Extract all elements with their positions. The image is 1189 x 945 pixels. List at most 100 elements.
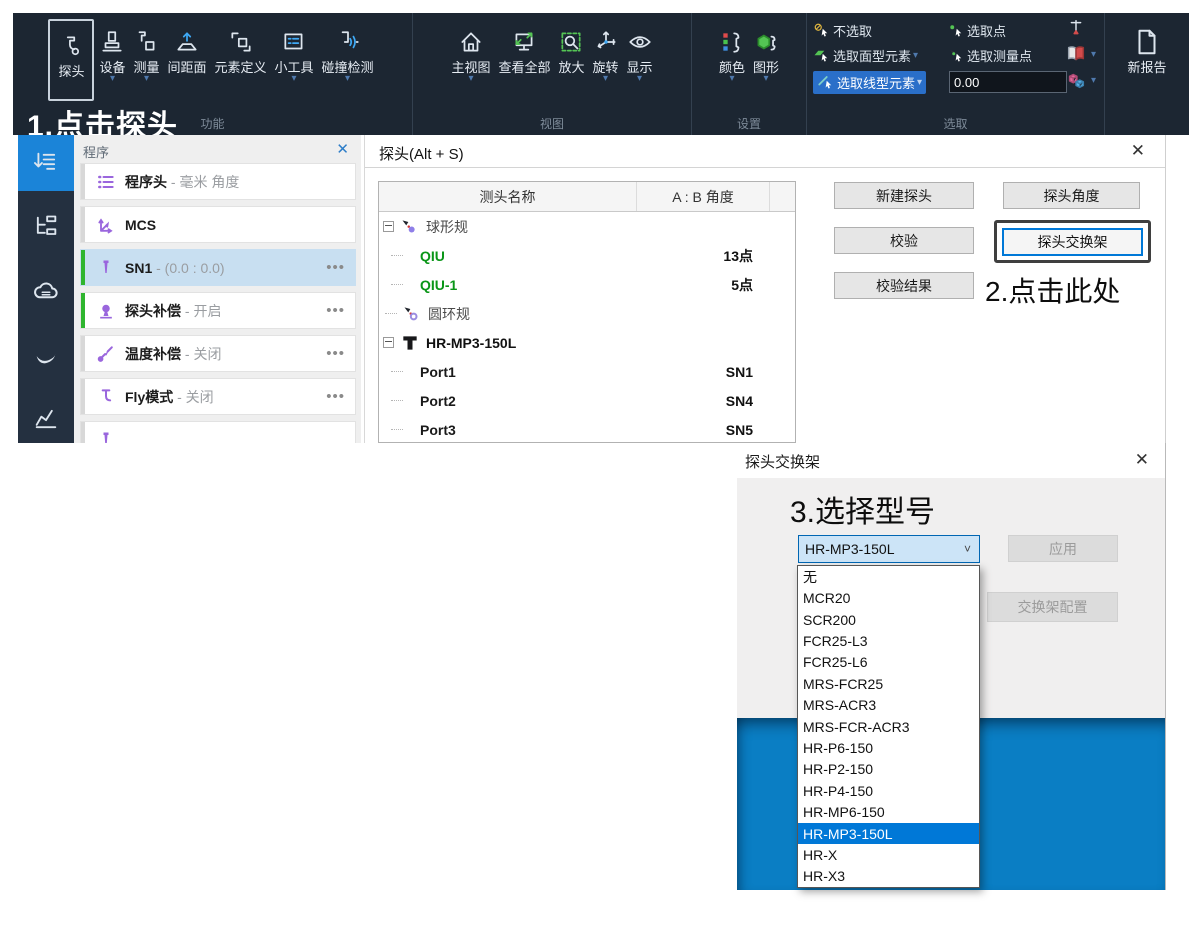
tree-row-QIU[interactable]: QIU13点	[379, 241, 795, 270]
chevron-down-icon[interactable]: ▾	[603, 75, 608, 85]
feature-cubes-icon[interactable]	[1065, 70, 1087, 90]
chevron-down-icon[interactable]: ▾	[1091, 49, 1096, 60]
probe-z-icon[interactable]	[1065, 19, 1087, 39]
tree-group-label: 圆环规	[428, 304, 470, 324]
column-header-ab-angle[interactable]: A : B 角度	[637, 182, 770, 211]
ribbon-button-measure[interactable]: 测量 ▾	[130, 21, 162, 87]
tree-row-QIU-1[interactable]: QIU-15点	[379, 270, 795, 299]
program-item-MCS[interactable]: MCS	[80, 206, 356, 243]
rack-config-button[interactable]: 交换架配置	[987, 592, 1118, 622]
new-report-icon	[1132, 23, 1162, 61]
ribbon-button-home[interactable]: 主视图 ▾	[448, 21, 493, 87]
dropdown-option-HR-P2-150[interactable]: HR-P2-150	[798, 759, 979, 780]
more-menu-icon[interactable]: •••	[326, 302, 345, 319]
chevron-down-icon[interactable]: ▾	[913, 50, 918, 61]
ribbon-button-gap-plane[interactable]: 间距面	[164, 21, 209, 87]
close-icon[interactable]: ✕	[336, 140, 349, 158]
chevron-down-icon[interactable]: ▾	[1091, 75, 1096, 86]
dropdown-option-无[interactable]: 无	[798, 566, 979, 587]
chevron-down-icon[interactable]: ▾	[729, 75, 734, 85]
ribbon-button-device[interactable]: 设备 ▾	[96, 21, 128, 87]
sidebar-item-program-list[interactable]	[18, 135, 74, 191]
clearance-book-icon[interactable]	[1065, 44, 1087, 64]
column-header-probe-name[interactable]: 测头名称	[379, 182, 637, 211]
ribbon-button-tools[interactable]: 小工具 ▾	[272, 21, 317, 87]
tree-row-球形规[interactable]: 球形规	[379, 212, 795, 241]
rack-model-combobox[interactable]: HR-MP3-150L ˅	[798, 535, 980, 563]
new-probe-button[interactable]: 新建探头	[834, 182, 974, 209]
chevron-down-icon[interactable]: ▾	[292, 75, 297, 85]
ribbon-button-colors[interactable]: 颜色 ▾	[716, 21, 748, 87]
select-plane-button[interactable]: 选取面型元素 ▾	[813, 46, 918, 65]
ribbon-group-caption: 选取	[807, 115, 1104, 132]
collapse-icon[interactable]	[383, 337, 394, 348]
program-item-温度补偿[interactable]: 温度补偿 - 关闭 •••	[80, 335, 356, 372]
tree-row-Port1[interactable]: Port1SN1	[379, 357, 795, 386]
dropdown-option-MRS-ACR3[interactable]: MRS-ACR3	[798, 694, 979, 715]
chevron-down-icon[interactable]: ▾	[345, 75, 350, 85]
chevron-down-icon[interactable]: ▾	[144, 75, 149, 85]
chevron-down-icon[interactable]: ▾	[110, 75, 115, 85]
chevron-down-icon[interactable]: ▾	[763, 75, 768, 85]
chevron-down-icon[interactable]: ▾	[468, 75, 473, 85]
tools-icon	[281, 23, 307, 61]
dropdown-option-HR-P4-150[interactable]: HR-P4-150	[798, 780, 979, 801]
ribbon-button-rotate[interactable]: 旋转 ▾	[590, 21, 622, 87]
dropdown-option-HR-X3[interactable]: HR-X3	[798, 866, 979, 887]
program-item-label: Fly模式 - 关闭	[125, 387, 214, 407]
close-icon[interactable]: ✕	[1135, 450, 1149, 470]
tree-row-圆环规[interactable]: 圆环规	[379, 299, 795, 328]
dropdown-option-MRS-FCR-ACR3[interactable]: MRS-FCR-ACR3	[798, 716, 979, 737]
program-item-探头补偿[interactable]: 探头补偿 - 开启 •••	[80, 292, 356, 329]
tree-row-Port2[interactable]: Port2SN4	[379, 386, 795, 415]
ribbon-button-zoom-in[interactable]: 放大	[555, 21, 587, 87]
dropdown-option-FCR25-L6[interactable]: FCR25-L6	[798, 652, 979, 673]
tree-row-HR-MP3-150L[interactable]: HR-MP3-150L	[379, 328, 795, 357]
select-point-button[interactable]: 选取点	[947, 21, 1006, 40]
program-item-SN1[interactable]: SN1 - (0.0 : 0.0) •••	[80, 249, 356, 286]
sidebar-item-surface[interactable]	[18, 327, 74, 383]
dropdown-option-HR-MP3-150L[interactable]: HR-MP3-150L	[798, 823, 979, 844]
close-icon[interactable]: ✕	[1131, 141, 1145, 161]
sidebar-item-chart[interactable]	[18, 391, 74, 447]
more-menu-icon[interactable]: •••	[326, 259, 345, 276]
rack-icon	[398, 333, 422, 353]
sidebar-item-tree-view[interactable]	[18, 199, 74, 255]
dropdown-option-MRS-FCR25[interactable]: MRS-FCR25	[798, 673, 979, 694]
probe-rack-button[interactable]: 探头交换架	[1002, 228, 1143, 256]
program-item-Fly模式[interactable]: Fly模式 - 关闭 •••	[80, 378, 356, 415]
select-measure-point-button[interactable]: 选取测量点	[947, 46, 1032, 65]
surface-icon	[32, 341, 60, 369]
apply-button[interactable]: 应用	[1008, 535, 1118, 562]
tree-row-Port3[interactable]: Port3SN5	[379, 415, 795, 443]
ribbon-button-view-all[interactable]: 查看全部	[495, 21, 553, 87]
ribbon-button-probe[interactable]: 探头	[48, 19, 94, 101]
dropdown-option-SCR200[interactable]: SCR200	[798, 609, 979, 630]
ribbon-button-element-define[interactable]: 元素定义	[212, 21, 270, 87]
more-menu-icon[interactable]: •••	[326, 345, 345, 362]
ribbon-button-display[interactable]: 显示 ▾	[624, 21, 656, 87]
dropdown-option-MCR20[interactable]: MCR20	[798, 587, 979, 608]
ribbon-button-graphics[interactable]: 图形 ▾	[750, 21, 782, 87]
no-select-button[interactable]: 不选取	[813, 21, 872, 40]
collapse-icon[interactable]	[383, 221, 394, 232]
new-report-button[interactable]: 新报告	[1124, 21, 1169, 77]
dropdown-option-FCR25-L3[interactable]: FCR25-L3	[798, 630, 979, 651]
select-line-button[interactable]: 选取线型元素 ▾	[813, 71, 926, 94]
dropdown-option-HR-P6-150[interactable]: HR-P6-150	[798, 737, 979, 758]
program-item-partial[interactable]	[80, 421, 356, 443]
chevron-down-icon[interactable]: ▾	[917, 77, 922, 88]
sidebar-item-cloud[interactable]	[18, 263, 74, 319]
probe-table: 测头名称 A : B 角度 球形规 QIU13点 QIU-15点 圆环规 HR-…	[378, 181, 796, 443]
home-icon	[458, 23, 484, 61]
calibrate-button[interactable]: 校验	[834, 227, 974, 254]
dropdown-option-HR-MP6-150[interactable]: HR-MP6-150	[798, 801, 979, 822]
program-item-程序头[interactable]: 程序头 - 毫米 角度	[80, 163, 356, 200]
tolerance-input[interactable]	[949, 71, 1067, 93]
dropdown-option-HR-X[interactable]: HR-X	[798, 844, 979, 865]
probe-angle-button[interactable]: 探头角度	[1003, 182, 1140, 209]
chevron-down-icon[interactable]: ▾	[637, 75, 642, 85]
ribbon-button-collision[interactable]: 碰撞检测 ▾	[319, 21, 377, 87]
calibrate-result-button[interactable]: 校验结果	[834, 272, 974, 299]
more-menu-icon[interactable]: •••	[326, 388, 345, 405]
